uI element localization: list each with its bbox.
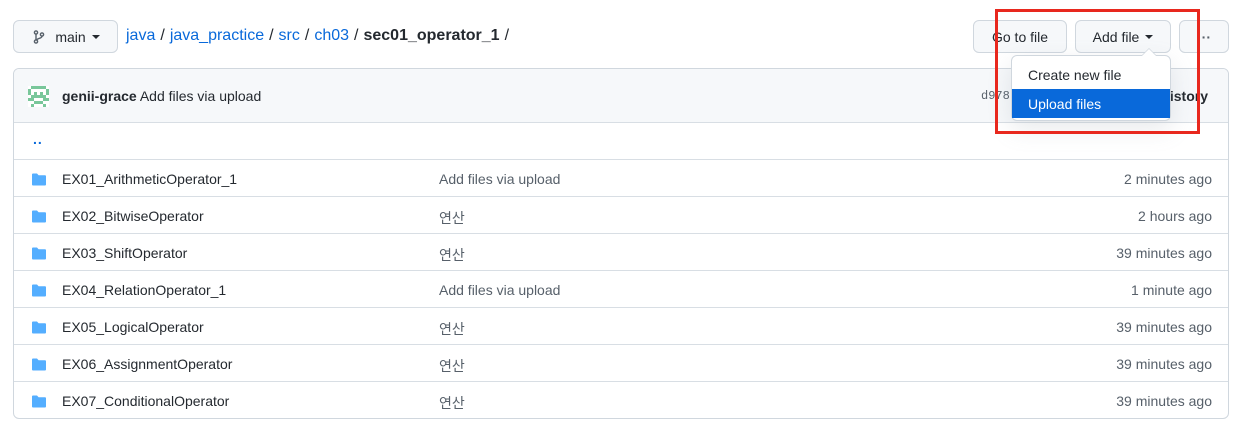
file-age: 39 minutes ago [1116,393,1212,409]
file-row[interactable]: EX02_BitwiseOperator 연산 2 hours ago [14,196,1228,233]
breadcrumb-separator: / [504,27,510,44]
file-name-link[interactable]: EX04_RelationOperator_1 [62,282,226,298]
commit-author[interactable]: genii-grace [62,88,137,104]
file-name-link[interactable]: EX07_ConditionalOperator [62,393,229,409]
file-name-link[interactable]: EX01_ArithmeticOperator_1 [62,171,237,187]
folder-icon [32,358,46,371]
breadcrumb-link-java-practice[interactable]: java_practice [170,27,264,45]
breadcrumb-current: sec01_operator_1 [363,27,500,44]
breadcrumb-separator: / [304,27,310,44]
add-file-menu: Create new file Upload files [1011,48,1171,121]
file-age: 39 minutes ago [1116,245,1212,261]
parent-directory-link[interactable]: .. [33,131,43,147]
file-row[interactable]: EX06_AssignmentOperator 연산 39 minutes ago [14,344,1228,381]
file-name-link[interactable]: EX03_ShiftOperator [62,245,187,261]
parent-directory-row[interactable]: .. [14,123,1228,159]
breadcrumb-separator: / [160,27,165,44]
file-age: 2 minutes ago [1124,171,1212,187]
chevron-down-icon [1145,34,1154,39]
commit-message[interactable]: Add files via upload [140,88,261,104]
file-commit-message[interactable]: 연산 [439,208,465,228]
go-to-file-button[interactable]: Go to file [973,20,1067,53]
file-age: 1 minute ago [1131,282,1212,298]
avatar[interactable] [28,86,49,107]
history-link[interactable]: istory [1170,88,1208,104]
folder-icon [32,173,46,186]
file-row[interactable]: EX01_ArithmeticOperator_1 Add files via u… [14,159,1228,196]
file-row[interactable]: EX07_ConditionalOperator 연산 39 minutes ago [14,381,1228,418]
file-name-link[interactable]: EX05_LogicalOperator [62,319,204,335]
file-commit-message[interactable]: Add files via upload [439,171,560,187]
file-age: 39 minutes ago [1116,356,1212,372]
file-row[interactable]: EX03_ShiftOperator 연산 39 minutes ago [14,233,1228,270]
commit-sha[interactable]: d978 [981,89,1010,103]
git-branch-icon [34,29,45,44]
file-commit-message[interactable]: 연산 [439,356,465,376]
file-name-link[interactable]: EX02_BitwiseOperator [62,208,204,224]
folder-icon [32,210,46,223]
folder-icon [32,321,46,334]
kebab-menu-icon: ··· [1197,28,1211,45]
more-options-button[interactable]: ··· [1179,20,1229,53]
folder-icon [32,284,46,297]
add-file-label: Add file [1092,28,1140,45]
breadcrumb-link-src[interactable]: src [279,27,300,45]
menu-item-upload-files[interactable]: Upload files [1012,89,1170,118]
branch-label: main [55,28,86,45]
folder-icon [32,395,46,408]
file-commit-message[interactable]: 연산 [439,393,465,413]
file-row[interactable]: EX05_LogicalOperator 연산 39 minutes ago [14,307,1228,344]
file-row[interactable]: EX04_RelationOperator_1 Add files via upl… [14,270,1228,307]
breadcrumb-link-java[interactable]: java [126,27,155,45]
commit-summary: genii-grace Add files via upload [62,88,261,104]
file-age: 39 minutes ago [1116,319,1212,335]
file-age: 2 hours ago [1138,208,1212,224]
file-commit-message[interactable]: 연산 [439,245,465,265]
breadcrumb-separator: / [354,27,359,44]
menu-item-create-new-file[interactable]: Create new file [1012,60,1170,89]
file-commit-message[interactable]: 연산 [439,319,465,339]
folder-icon [32,247,46,260]
breadcrumb-separator: / [269,27,274,44]
chevron-down-icon [91,34,100,39]
breadcrumb: java / java_practice / src / ch03 / sec0… [126,26,514,46]
file-commit-message[interactable]: Add files via upload [439,282,560,298]
branch-selector[interactable]: main [13,20,118,53]
breadcrumb-link-ch03[interactable]: ch03 [314,27,349,45]
file-name-link[interactable]: EX06_AssignmentOperator [62,356,232,372]
go-to-file-label: Go to file [991,28,1049,45]
